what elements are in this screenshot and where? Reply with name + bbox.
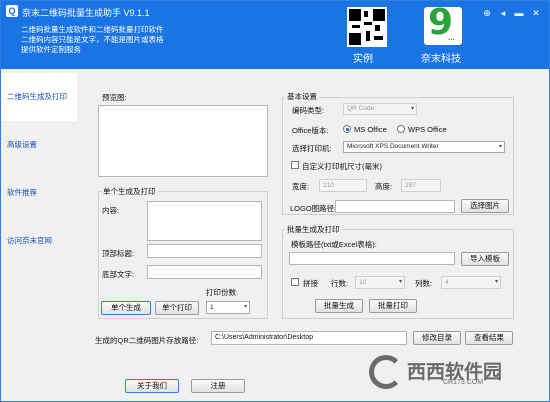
batch-group-title: 批量生成及打印 — [285, 224, 342, 235]
desc-line-2: 二维码内容只能是文字，不能是图片或表格 — [21, 35, 164, 44]
chevron-down-icon: ▾ — [398, 279, 402, 285]
content-label: 内容: — [102, 206, 120, 215]
modify-dir-button[interactable]: 修改目录 — [413, 331, 461, 345]
window-title: 奈末二维码批量生成助手 V9.1.1 — [22, 8, 150, 18]
logo-dots: ... — [448, 33, 455, 42]
choose-image-button[interactable]: 选择图片 — [461, 199, 509, 213]
office-label: Office版本: — [292, 126, 329, 135]
logo-path-label: LOGO图路径: — [290, 204, 337, 213]
example-label: 实例 — [353, 54, 373, 65]
tile-label: 拼接 — [303, 279, 318, 288]
bottom-text-label: 底部文字: — [102, 270, 135, 279]
height-input[interactable]: 297 — [401, 179, 441, 192]
chevron-down-icon: ▾ — [410, 106, 414, 112]
copies-label: 打印份数: — [206, 288, 239, 297]
printer-label: 选择打印机: — [292, 144, 332, 153]
about-button[interactable]: 关于我们 — [125, 379, 179, 393]
single-group-title: 单个生成及打印 — [101, 186, 158, 197]
copies-select[interactable]: 1 ▾ — [206, 301, 250, 314]
printer-select[interactable]: Microsoft XPS Document Writer ▾ — [343, 141, 505, 153]
code-type-value: QR Code — [347, 105, 375, 112]
site-watermark: 西西软件园 CR173.COM — [369, 353, 537, 395]
desc-line-1: 二维码批量生成软件和二维码批量打印软件 — [21, 25, 164, 34]
custom-size-checkbox[interactable] — [291, 161, 299, 169]
custom-size-label: 自定义打印机尺寸(毫米) — [302, 162, 382, 171]
batch-generate-button[interactable]: 批量生成 — [315, 299, 363, 313]
width-input[interactable]: 210 — [319, 179, 367, 192]
single-print-button[interactable]: 单个打印 — [155, 301, 199, 315]
chevron-down-icon: ▾ — [494, 279, 498, 285]
template-path-label: 模板路径(txt或Excel表格): — [291, 240, 377, 249]
register-button[interactable]: 注册 — [191, 379, 245, 393]
header-banner: Q 奈末二维码批量生成助手 V9.1.1 二维码批量生成软件和二维码批量打印软件… — [1, 1, 549, 69]
save-path-input[interactable]: C:\Users\Administrator\Desktop — [211, 331, 407, 345]
width-label: 宽度: — [292, 182, 310, 191]
ms-office-label: MS Office — [354, 125, 387, 134]
sidebar-item-recommend[interactable]: 软件推荐 — [1, 169, 77, 217]
wps-office-radio[interactable] — [397, 125, 405, 133]
desc-line-3: 提供软件定制服务 — [21, 45, 81, 54]
cols-select[interactable]: 4 ▾ — [441, 276, 501, 289]
sidebar-item-generate-print[interactable]: 二维码生成及打印 — [1, 73, 77, 121]
wps-office-label: WPS Office — [408, 125, 447, 134]
preview-label: 预览图: — [102, 93, 127, 102]
template-path-input[interactable] — [289, 252, 455, 265]
tile-checkbox[interactable] — [291, 278, 299, 286]
cols-value: 4 — [445, 279, 449, 286]
rows-value: 10 — [359, 279, 367, 286]
app-window: Q 奈末二维码批量生成助手 V9.1.1 二维码批量生成软件和二维码批量打印软件… — [0, 0, 550, 402]
top-title-label: 顶部标题: — [102, 249, 135, 258]
company-logo[interactable]: 9 ... — [424, 7, 462, 45]
view-results-button[interactable]: 查看结果 — [465, 331, 513, 345]
watermark-subtext: CR173.COM — [443, 379, 484, 386]
copies-value: 1 — [210, 304, 214, 311]
pin-icon[interactable]: ⊕ — [481, 7, 493, 19]
close-icon[interactable]: ✕ — [530, 7, 542, 19]
single-generate-button[interactable]: 单个生成 — [101, 301, 151, 315]
settings-group-title: 基本设置 — [285, 91, 319, 102]
qr-app-icon: Q — [6, 5, 18, 17]
sidebar-item-website[interactable]: 访问奈末官网 — [1, 217, 77, 265]
chevron-down-icon: ▾ — [498, 144, 502, 150]
height-label: 高度: — [375, 182, 393, 191]
company-label: 奈末科技 — [421, 54, 461, 65]
sidebar-item-advanced[interactable]: 高级设置 — [1, 121, 77, 169]
rows-label: 行数: — [331, 279, 349, 288]
restore-icon[interactable]: ◂ — [497, 7, 509, 19]
batch-print-button[interactable]: 批量打印 — [369, 299, 417, 313]
sidebar: 二维码生成及打印 高级设置 软件推荐 访问奈末官网 — [1, 69, 77, 401]
save-path-label: 生成的QR二维码图片存放路径: — [95, 336, 199, 345]
code-type-label: 编码类型: — [292, 106, 325, 115]
cols-label: 列数: — [415, 279, 433, 288]
preview-area — [98, 105, 268, 177]
example-qr-code[interactable] — [347, 7, 387, 47]
minimize-icon[interactable]: ▬ — [513, 7, 525, 19]
chevron-down-icon: ▾ — [243, 304, 247, 310]
content-input[interactable] — [147, 201, 262, 241]
top-title-input[interactable] — [147, 244, 262, 258]
watermark-logo-icon — [369, 355, 403, 389]
logo-path-input[interactable] — [335, 200, 455, 213]
ms-office-radio[interactable] — [343, 125, 351, 133]
code-type-select[interactable]: QR Code ▾ — [343, 103, 417, 115]
bottom-text-input[interactable] — [147, 265, 262, 279]
rows-select[interactable]: 10 ▾ — [355, 276, 405, 289]
printer-value: Microsoft XPS Document Writer — [347, 143, 439, 150]
import-template-button[interactable]: 导入模板 — [461, 252, 509, 266]
